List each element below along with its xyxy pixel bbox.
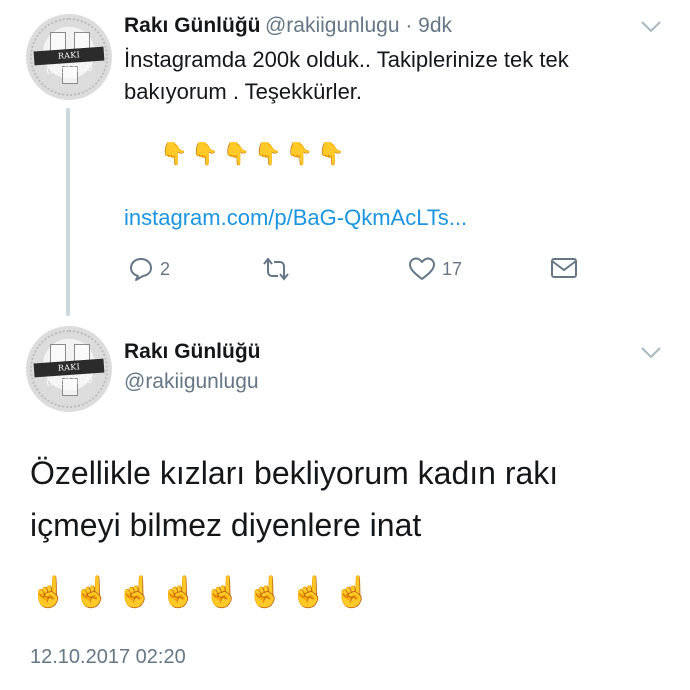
chevron-down-icon[interactable] bbox=[640, 346, 662, 360]
tweet-time[interactable]: · 9dk bbox=[400, 14, 452, 37]
instagram-link[interactable]: instagram.com/p/BaG-QkmAcLTs... bbox=[124, 205, 467, 231]
pointing-up-emoji: ☝️ bbox=[246, 576, 285, 609]
like-icon bbox=[409, 257, 435, 280]
like-button[interactable]: 17 bbox=[408, 256, 462, 282]
pointing-down-emoji: 👇 bbox=[191, 141, 219, 166]
pointing-up-emoji: ☝️ bbox=[30, 576, 68, 609]
pointing-up-emoji: ☝️ bbox=[160, 576, 198, 609]
reply-icon bbox=[130, 258, 152, 281]
retweet-icon bbox=[263, 257, 289, 281]
author-handle[interactable]: @rakiigunlugu bbox=[265, 14, 400, 37]
message-icon bbox=[551, 258, 577, 278]
thread-line bbox=[66, 108, 70, 316]
pointing-up-emoji: ☝️ bbox=[290, 576, 328, 609]
tweet-text: Özellikle kızları bekliyorum kadın rakı … bbox=[30, 455, 559, 543]
direct-message-button[interactable] bbox=[550, 256, 578, 280]
pointing-up-emoji: ☝️ bbox=[333, 576, 371, 609]
avatar[interactable]: RAKI GÜNLÜĞÜ bbox=[26, 326, 112, 412]
pointing-up-emoji: ☝️ bbox=[73, 576, 111, 609]
chevron-down-icon[interactable] bbox=[640, 20, 662, 34]
pointing-down-emoji: 👇 bbox=[285, 141, 314, 166]
tweet-timestamp[interactable]: 12.10.2017 02:20 bbox=[30, 646, 186, 669]
emoji-row: 👇 👇 👇 👇 👇 👇 bbox=[160, 141, 344, 167]
pointing-up-emoji: ☝️ bbox=[203, 576, 241, 609]
pointing-down-emoji: 👇 bbox=[160, 141, 188, 166]
author-name[interactable]: Rakı Günlüğü bbox=[124, 340, 261, 364]
reply-button[interactable]: 2 bbox=[128, 256, 170, 282]
pointing-down-emoji: 👇 bbox=[317, 141, 345, 166]
tweet-header: Rakı Günlüğü @rakiigunlugu · 9dk bbox=[124, 14, 452, 38]
avatar[interactable]: RAKI GÜNLÜĞÜ bbox=[26, 14, 112, 100]
pointing-down-emoji: 👇 bbox=[222, 141, 251, 166]
like-count: 17 bbox=[442, 258, 463, 279]
emoji-row: ☝️ ☝️ ☝️ ☝️ ☝️ ☝️ ☝️ ☝️ bbox=[30, 575, 371, 610]
author-handle[interactable]: @rakiigunlugu bbox=[124, 370, 259, 394]
pointing-down-emoji: 👇 bbox=[254, 141, 282, 166]
tweet-actions: 2 17 bbox=[124, 256, 584, 288]
tweet-text: İnstagramda 200k olduk.. Takiplerinize t… bbox=[124, 47, 569, 104]
pointing-up-emoji: ☝️ bbox=[116, 576, 155, 609]
retweet-button[interactable] bbox=[260, 256, 292, 282]
reply-count: 2 bbox=[160, 258, 171, 279]
author-name[interactable]: Rakı Günlüğü bbox=[124, 14, 261, 37]
